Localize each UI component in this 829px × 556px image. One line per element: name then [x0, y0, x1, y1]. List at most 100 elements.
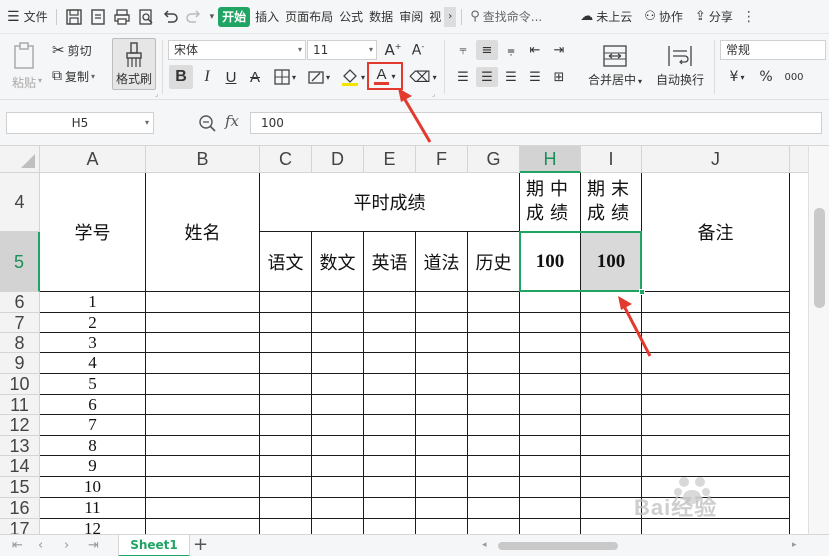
- hscroll-right-icon[interactable]: ▸: [792, 540, 797, 550]
- table-cell[interactable]: [364, 333, 416, 353]
- table-cell[interactable]: [642, 395, 790, 415]
- table-cell[interactable]: [468, 395, 520, 415]
- cell-student-number[interactable]: 2: [40, 313, 146, 333]
- table-cell[interactable]: [520, 374, 581, 395]
- horizontal-scroll-thumb[interactable]: [498, 542, 618, 550]
- cell-student-number[interactable]: 4: [40, 353, 146, 374]
- row-header-13[interactable]: 13: [0, 436, 40, 456]
- align-center-button[interactable]: ☰: [476, 67, 498, 87]
- table-cell[interactable]: [364, 456, 416, 477]
- table-cell[interactable]: [364, 498, 416, 519]
- cell-subject-math[interactable]: 数文: [312, 232, 364, 292]
- table-cell[interactable]: [364, 313, 416, 333]
- table-cell[interactable]: [581, 353, 642, 374]
- name-box[interactable]: H5 ▾: [6, 112, 154, 134]
- redo-icon[interactable]: [184, 7, 204, 27]
- table-cell[interactable]: [260, 415, 312, 436]
- last-sheet-icon[interactable]: ⇥: [88, 538, 99, 553]
- table-cell[interactable]: [642, 313, 790, 333]
- row-header-15[interactable]: 15: [0, 477, 40, 498]
- cloud-status-button[interactable]: ☁ 未上云: [577, 6, 635, 28]
- merge-center-button[interactable]: 合并居中 ▾: [582, 40, 648, 92]
- row-header-8[interactable]: 8: [0, 333, 40, 353]
- table-cell[interactable]: [260, 353, 312, 374]
- table-cell[interactable]: [520, 519, 581, 534]
- cell-student-number[interactable]: 5: [40, 374, 146, 395]
- table-cell[interactable]: [642, 415, 790, 436]
- decrease-indent-button[interactable]: ⇤: [524, 40, 546, 60]
- tab-home[interactable]: 开始: [218, 6, 251, 27]
- row-header-16[interactable]: 16: [0, 498, 40, 519]
- tab-view[interactable]: 视: [426, 6, 444, 28]
- font-size-select[interactable]: 11 ▾: [307, 40, 377, 60]
- cell-midterm-header[interactable]: 期中 成绩: [520, 173, 581, 232]
- increase-font-button[interactable]: A+: [383, 40, 403, 60]
- column-header-i[interactable]: I: [581, 146, 642, 173]
- cell-subject-civics[interactable]: 道法: [416, 232, 468, 292]
- table-cell[interactable]: [364, 519, 416, 534]
- table-cell[interactable]: [312, 477, 364, 498]
- table-cell[interactable]: [468, 313, 520, 333]
- table-cell[interactable]: [364, 395, 416, 415]
- table-cell[interactable]: [146, 436, 260, 456]
- cell-student-number[interactable]: 12: [40, 519, 146, 534]
- cell-style-button[interactable]: ▾: [304, 65, 334, 89]
- table-cell[interactable]: [416, 456, 468, 477]
- print-icon[interactable]: [112, 7, 132, 27]
- table-cell[interactable]: [416, 415, 468, 436]
- table-cell[interactable]: [260, 333, 312, 353]
- table-cell[interactable]: [468, 519, 520, 534]
- table-cell[interactable]: [520, 353, 581, 374]
- column-header-j[interactable]: J: [642, 146, 790, 173]
- clear-format-button[interactable]: ⌫ ▾: [408, 65, 438, 89]
- cell-student-number[interactable]: 1: [40, 292, 146, 313]
- table-cell[interactable]: [416, 333, 468, 353]
- table-cell[interactable]: [364, 415, 416, 436]
- table-cell[interactable]: [364, 292, 416, 313]
- table-cell[interactable]: [416, 374, 468, 395]
- add-sheet-button[interactable]: +: [193, 535, 208, 555]
- cell-final-header[interactable]: 期末 成绩: [581, 173, 642, 232]
- borders-button[interactable]: ▾: [270, 65, 300, 89]
- vertical-scroll-thumb[interactable]: [814, 208, 825, 308]
- table-cell[interactable]: [364, 353, 416, 374]
- table-cell[interactable]: [312, 436, 364, 456]
- table-cell[interactable]: [260, 477, 312, 498]
- cell-student-number[interactable]: 10: [40, 477, 146, 498]
- font-color-button[interactable]: A ▾: [367, 62, 403, 90]
- cell-subject-chinese[interactable]: 语文: [260, 232, 312, 292]
- formula-input[interactable]: 100: [250, 112, 822, 134]
- increase-indent-button[interactable]: ⇥: [548, 40, 570, 60]
- table-cell[interactable]: [642, 353, 790, 374]
- table-cell[interactable]: [260, 436, 312, 456]
- table-cell[interactable]: [260, 395, 312, 415]
- table-cell[interactable]: [146, 415, 260, 436]
- table-cell[interactable]: [146, 292, 260, 313]
- decrease-font-button[interactable]: A-: [408, 40, 428, 60]
- table-cell[interactable]: [146, 519, 260, 534]
- command-search[interactable]: ⚲ 查找命令...: [467, 6, 567, 28]
- table-cell[interactable]: [312, 415, 364, 436]
- row-header-4[interactable]: 4: [0, 173, 40, 232]
- cell-remarks-header[interactable]: 备注: [642, 173, 790, 292]
- hscroll-left-icon[interactable]: ◂: [482, 540, 487, 550]
- paste-dropdown-icon[interactable]: ▾: [38, 76, 42, 85]
- insert-function-button[interactable]: fx: [225, 112, 239, 130]
- table-cell[interactable]: [312, 313, 364, 333]
- column-header-a[interactable]: A: [40, 146, 146, 173]
- wrap-text-button[interactable]: 自动换行: [652, 40, 708, 92]
- column-header-c[interactable]: C: [260, 146, 312, 173]
- table-cell[interactable]: [468, 415, 520, 436]
- column-header-h[interactable]: H: [520, 146, 581, 173]
- tab-data[interactable]: 数据: [366, 6, 396, 28]
- table-cell[interactable]: [416, 436, 468, 456]
- collaborate-button[interactable]: ⚇ 协作: [641, 6, 686, 28]
- font-name-select[interactable]: 宋体 ▾: [168, 40, 306, 60]
- currency-button[interactable]: ¥ ▾: [722, 67, 752, 87]
- column-header-b[interactable]: B: [146, 146, 260, 173]
- table-cell[interactable]: [260, 292, 312, 313]
- cell-subject-history[interactable]: 历史: [468, 232, 520, 292]
- table-cell[interactable]: [416, 519, 468, 534]
- cell-subject-english[interactable]: 英语: [364, 232, 416, 292]
- table-cell[interactable]: [260, 519, 312, 534]
